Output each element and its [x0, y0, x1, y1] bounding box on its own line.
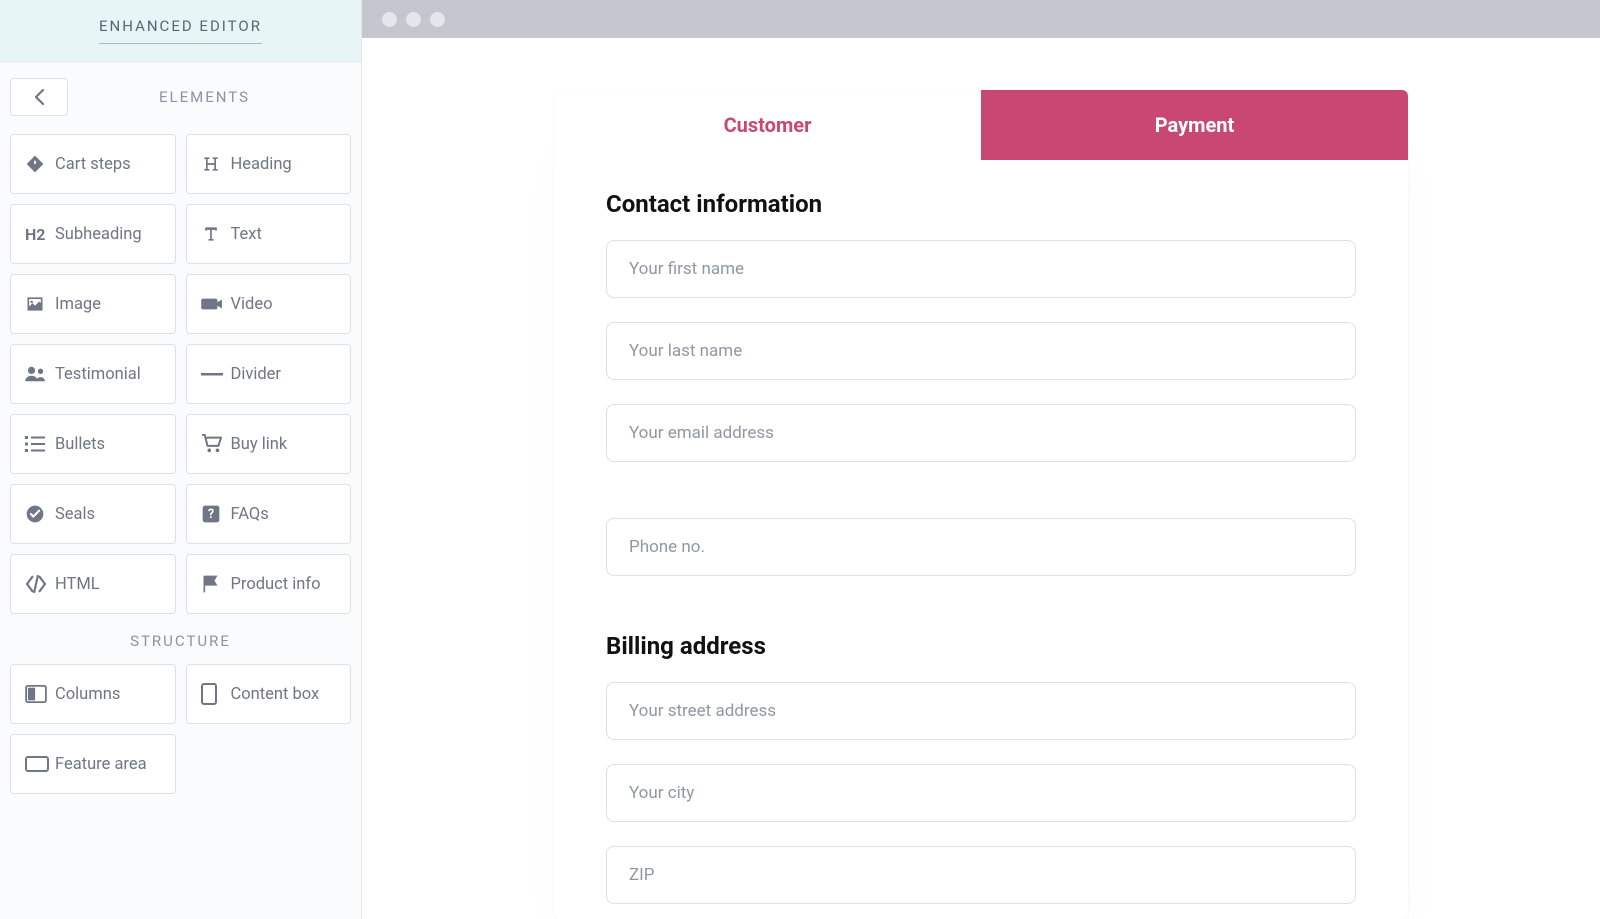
flag-icon	[201, 574, 221, 594]
element-label: Buy link	[231, 435, 288, 454]
tab-payment[interactable]: Payment	[981, 90, 1408, 160]
sidebar-header: ENHANCED EDITOR	[0, 0, 361, 62]
structure-grid: Columns Content box Feature area	[10, 664, 351, 794]
html-icon	[25, 575, 47, 593]
structure-columns[interactable]: Columns	[10, 664, 176, 724]
element-label: Divider	[231, 365, 282, 384]
element-label: Bullets	[55, 435, 105, 454]
element-seals[interactable]: Seals	[10, 484, 176, 544]
email-field[interactable]	[606, 404, 1356, 462]
tab-payment-label: Payment	[1155, 113, 1235, 137]
preview-panel: Customer Payment Contact information Bil…	[362, 0, 1600, 919]
element-image[interactable]: Image	[10, 274, 176, 334]
structure-label: Columns	[55, 685, 120, 704]
heading-icon	[201, 154, 221, 174]
sidebar-title: ENHANCED EDITOR	[99, 17, 262, 44]
element-label: Image	[55, 295, 101, 314]
element-label: Subheading	[55, 225, 142, 244]
element-bullets[interactable]: Bullets	[10, 414, 176, 474]
traffic-light-close-icon[interactable]	[382, 12, 397, 27]
traffic-light-minimize-icon[interactable]	[406, 12, 421, 27]
street-field[interactable]	[606, 682, 1356, 740]
city-field[interactable]	[606, 764, 1356, 822]
seals-icon	[25, 504, 45, 524]
last-name-field[interactable]	[606, 322, 1356, 380]
content-box-icon	[201, 683, 217, 705]
element-label: Video	[231, 295, 273, 314]
element-faqs[interactable]: ? FAQs	[186, 484, 352, 544]
element-text[interactable]: Text	[186, 204, 352, 264]
element-label: Seals	[55, 505, 95, 524]
text-icon	[201, 224, 221, 244]
window-titlebar	[362, 0, 1600, 38]
element-label: Heading	[231, 155, 292, 174]
phone-field[interactable]	[606, 518, 1356, 576]
structure-label: Content box	[231, 685, 320, 704]
element-html[interactable]: HTML	[10, 554, 176, 614]
checkout-card: Customer Payment Contact information Bil…	[554, 90, 1408, 919]
testimonial-icon	[25, 365, 47, 383]
element-label: Cart steps	[55, 155, 131, 174]
traffic-light-zoom-icon[interactable]	[430, 12, 445, 27]
chevron-left-icon	[34, 89, 44, 105]
element-label: FAQs	[231, 505, 269, 524]
tab-customer-label: Customer	[724, 113, 812, 137]
structure-feature-area[interactable]: Feature area	[10, 734, 176, 794]
structure-content-box[interactable]: Content box	[186, 664, 352, 724]
first-name-field[interactable]	[606, 240, 1356, 298]
element-subheading[interactable]: H2 Subheading	[10, 204, 176, 264]
faqs-icon: ?	[201, 504, 221, 524]
tab-customer[interactable]: Customer	[554, 90, 981, 160]
elements-grid: Cart steps Heading H2 Subheading Text Im…	[10, 134, 351, 614]
element-label: Text	[231, 225, 262, 244]
contact-heading: Contact information	[606, 190, 1356, 218]
svg-text:?: ?	[207, 507, 213, 522]
element-video[interactable]: Video	[186, 274, 352, 334]
elements-section-title: ELEMENTS	[96, 88, 351, 106]
image-icon	[25, 294, 45, 314]
element-testimonial[interactable]: Testimonial	[10, 344, 176, 404]
element-label: HTML	[55, 575, 100, 594]
cart-steps-icon	[25, 154, 45, 174]
element-product-info[interactable]: Product info	[186, 554, 352, 614]
columns-icon	[25, 685, 47, 703]
element-buy-link[interactable]: Buy link	[186, 414, 352, 474]
element-label: Product info	[231, 575, 321, 594]
back-button[interactable]	[10, 78, 68, 116]
sidebar-body: ELEMENTS Cart steps Heading H2 Subheadin…	[0, 62, 361, 919]
checkout-tabs: Customer Payment	[554, 90, 1408, 160]
card-body: Contact information Billing address	[554, 160, 1408, 919]
sidebar: ENHANCED EDITOR ELEMENTS Cart steps Head…	[0, 0, 362, 919]
element-heading[interactable]: Heading	[186, 134, 352, 194]
element-divider[interactable]: Divider	[186, 344, 352, 404]
element-label: Testimonial	[55, 365, 141, 384]
element-cart-steps[interactable]: Cart steps	[10, 134, 176, 194]
structure-section-title: STRUCTURE	[10, 632, 351, 650]
bullets-icon	[25, 435, 45, 453]
video-icon	[201, 295, 223, 313]
divider-icon	[201, 371, 223, 377]
zip-field[interactable]	[606, 846, 1356, 904]
structure-label: Feature area	[55, 755, 147, 774]
billing-heading: Billing address	[606, 632, 1356, 660]
canvas: Customer Payment Contact information Bil…	[362, 38, 1600, 919]
cart-icon	[201, 434, 223, 454]
feature-area-icon	[25, 756, 49, 772]
subheading-icon: H2	[25, 225, 55, 244]
